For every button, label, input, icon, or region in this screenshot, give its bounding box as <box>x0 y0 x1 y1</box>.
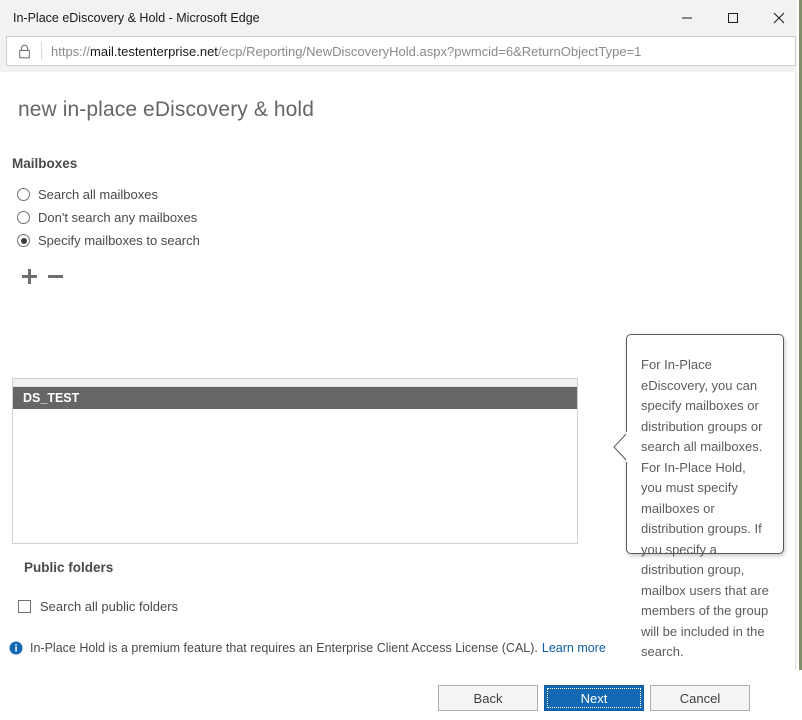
radio-option-dont-search[interactable]: Don't search any mailboxes <box>17 206 802 229</box>
plus-icon[interactable] <box>16 265 42 287</box>
minimize-button[interactable] <box>664 0 710 36</box>
listbox-header-strip <box>13 379 577 387</box>
help-callout-text: For In-Place eDiscovery, you can specify… <box>641 357 769 659</box>
radio-option-search-all[interactable]: Search all mailboxes <box>17 183 802 206</box>
radio-option-specify[interactable]: Specify mailboxes to search <box>17 229 802 252</box>
mailbox-scope-radio-group: Search all mailboxes Don't search any ma… <box>0 171 802 252</box>
wizard-button-row: Back Next Cancel <box>438 685 750 711</box>
radio-indicator[interactable] <box>17 188 30 201</box>
mailbox-list-toolbar <box>0 252 802 289</box>
callout-arrow <box>613 431 628 463</box>
address-bar[interactable]: https://mail.testenterprise.net/ecp/Repo… <box>6 36 796 66</box>
window-controls <box>664 0 802 36</box>
close-button[interactable] <box>756 0 802 36</box>
list-item[interactable]: DS_TEST <box>13 387 577 409</box>
next-button[interactable]: Next <box>544 685 644 711</box>
info-circle-icon <box>9 641 23 655</box>
page-content: new in-place eDiscovery & hold Mailboxes… <box>0 72 802 711</box>
window-title-bar: In-Place eDiscovery & Hold - Microsoft E… <box>0 0 802 36</box>
help-callout: For In-Place eDiscovery, you can specify… <box>613 334 784 659</box>
url-text[interactable]: https://mail.testenterprise.net/ecp/Repo… <box>42 44 641 59</box>
radio-label: Don't search any mailboxes <box>38 210 198 225</box>
url-host: mail.testenterprise.net <box>90 43 218 59</box>
public-folders-section-label: Public folders <box>24 560 114 575</box>
wizard-footer: Back Next Cancel <box>0 680 802 720</box>
maximize-button[interactable] <box>710 0 756 36</box>
checkbox-label: Search all public folders <box>40 599 179 614</box>
radio-label: Search all mailboxes <box>38 187 158 202</box>
window-title: In-Place eDiscovery & Hold - Microsoft E… <box>13 11 260 25</box>
cancel-button[interactable]: Cancel <box>650 685 750 711</box>
radio-indicator[interactable] <box>17 234 30 247</box>
info-note: In-Place Hold is a premium feature that … <box>9 641 606 655</box>
radio-label: Specify mailboxes to search <box>38 233 200 248</box>
checkbox-indicator[interactable] <box>18 600 31 613</box>
search-all-public-folders-row[interactable]: Search all public folders <box>18 599 178 614</box>
mailbox-listbox[interactable]: DS_TEST <box>12 378 578 544</box>
mailboxes-section-label: Mailboxes <box>12 156 78 171</box>
radio-indicator[interactable] <box>17 211 30 224</box>
page-title: new in-place eDiscovery & hold <box>18 98 314 121</box>
url-scheme: https:// <box>51 43 91 59</box>
back-button[interactable]: Back <box>438 685 538 711</box>
list-item-label: DS_TEST <box>23 391 80 405</box>
address-bar-container: https://mail.testenterprise.net/ecp/Repo… <box>0 36 802 72</box>
info-note-text: In-Place Hold is a premium feature that … <box>30 641 538 655</box>
url-path: /ecp/Reporting/NewDiscoveryHold.aspx?pwm… <box>217 43 642 59</box>
minus-icon[interactable] <box>42 265 68 287</box>
learn-more-link[interactable]: Learn more <box>538 641 606 655</box>
lock-icon <box>7 44 41 59</box>
